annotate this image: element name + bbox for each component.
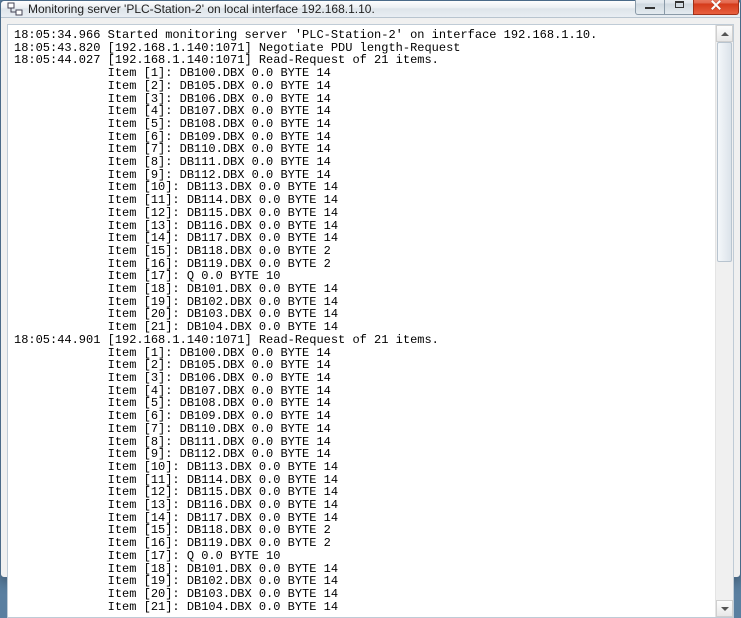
scroll-down-button[interactable] [716, 600, 733, 617]
client-area: 18:05:34.966 Started monitoring server '… [7, 24, 734, 618]
maximize-icon [675, 1, 684, 8]
maximize-button[interactable] [664, 0, 694, 15]
scroll-up-button[interactable] [716, 25, 733, 42]
vertical-scrollbar[interactable] [715, 25, 733, 617]
chevron-down-icon [721, 607, 729, 611]
titlebar[interactable]: Monitoring server 'PLC-Station-2' on loc… [1, 1, 740, 18]
window-controls [636, 0, 740, 15]
app-icon [7, 1, 23, 17]
window-title: Monitoring server 'PLC-Station-2' on loc… [28, 2, 636, 16]
main-window: Monitoring server 'PLC-Station-2' on loc… [0, 0, 741, 578]
chevron-up-icon [721, 32, 729, 36]
minimize-icon [645, 7, 655, 9]
minimize-button[interactable] [635, 0, 665, 15]
log-output[interactable]: 18:05:34.966 Started monitoring server '… [8, 25, 715, 617]
close-button[interactable] [693, 0, 739, 15]
scroll-thumb[interactable] [717, 42, 732, 262]
close-icon [710, 0, 722, 11]
